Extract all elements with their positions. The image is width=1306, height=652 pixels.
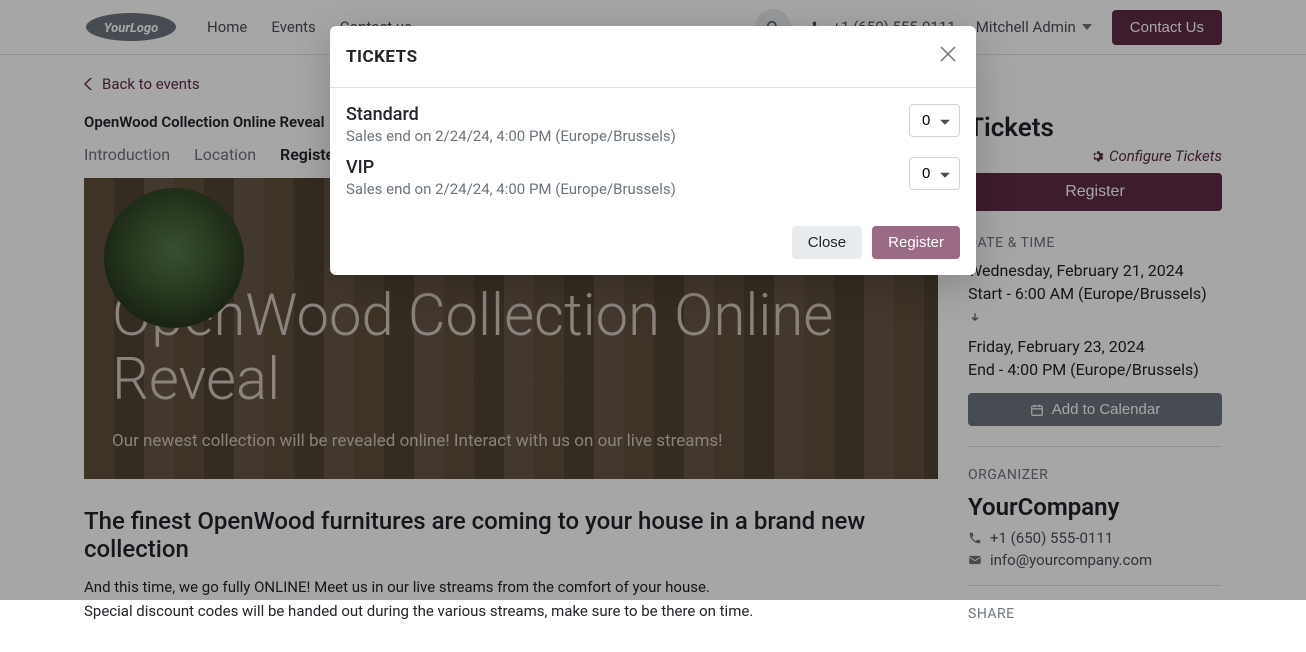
ticket-row-vip: VIP Sales end on 2/24/24, 4:00 PM (Europ… (346, 157, 960, 198)
ticket-name: Standard (346, 104, 676, 125)
ticket-sales-end: Sales end on 2/24/24, 4:00 PM (Europe/Br… (346, 127, 676, 145)
ticket-name: VIP (346, 157, 676, 178)
ticket-qty-standard[interactable]: 0 (909, 104, 960, 137)
modal-close-footer-button[interactable]: Close (792, 226, 862, 259)
ticket-sales-end: Sales end on 2/24/24, 4:00 PM (Europe/Br… (346, 180, 676, 198)
modal-header: TICKETS (330, 26, 976, 88)
modal-body: Standard Sales end on 2/24/24, 4:00 PM (… (330, 88, 976, 226)
ticket-row-standard: Standard Sales end on 2/24/24, 4:00 PM (… (346, 104, 960, 145)
ticket-qty-vip[interactable]: 0 (909, 157, 960, 190)
modal-close-button[interactable] (936, 42, 960, 71)
tickets-modal: TICKETS Standard Sales end on 2/24/24, 4… (330, 26, 976, 275)
intro-text-2: Special discount codes will be handed ou… (84, 599, 938, 623)
modal-register-button[interactable]: Register (872, 226, 960, 259)
close-icon (940, 46, 956, 62)
modal-footer: Close Register (330, 226, 976, 275)
modal-title: TICKETS (346, 47, 418, 67)
